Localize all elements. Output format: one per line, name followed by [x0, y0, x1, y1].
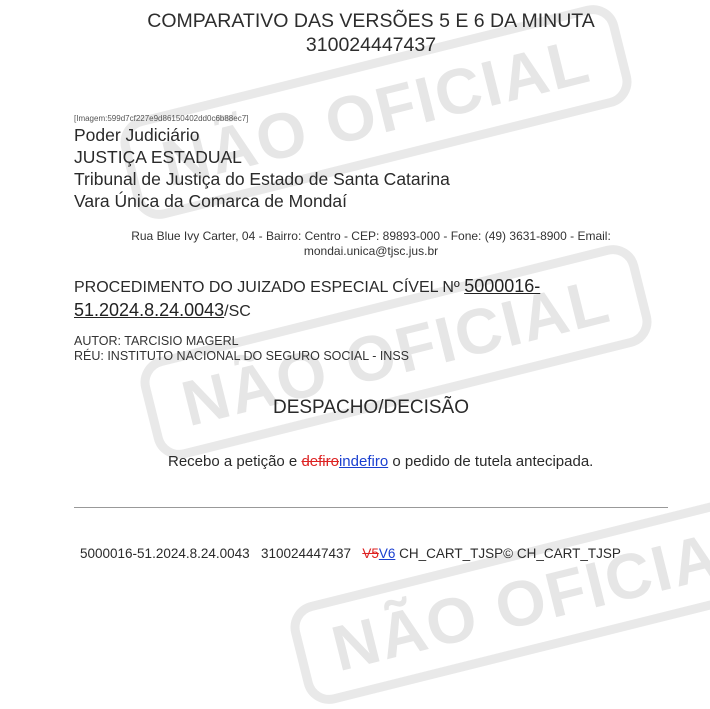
court-header: Poder Judiciário JUSTIÇA ESTADUAL Tribun…	[74, 124, 450, 212]
text-before: Recebo a petição e	[168, 453, 302, 470]
title-id: 310024447437	[305, 34, 437, 56]
deleted-text: defiro	[301, 453, 339, 470]
footer-process: 5000016-51.2024.8.24.0043	[80, 546, 250, 561]
defendant-line: RÉU: INSTITUTO NACIONAL DO SEGURO SOCIAL…	[74, 349, 410, 363]
header-line: Tribunal de Justiça do Estado de Santa C…	[74, 169, 450, 189]
procedure-suffix: /SC	[224, 303, 251, 320]
divider	[74, 507, 668, 508]
decision-text: Recebo a petição e defiroindefiro o pedi…	[168, 453, 593, 470]
author-line: AUTOR: TARCISIO MAGERL	[74, 334, 239, 348]
footer-old-version: V5	[362, 546, 379, 561]
footer-new-version: V6	[378, 546, 396, 561]
procedure-prefix: PROCEDIMENTO DO JUIZADO ESPECIAL CÍVEL N…	[74, 279, 460, 296]
title-line: COMPARATIVO DAS VERSÕES 5 E 6 DA MINUTA	[147, 10, 595, 32]
address-line: Rua Blue Ivy Carter, 04 - Bairro: Centro…	[131, 229, 611, 243]
image-placeholder: [Imagem:599d7cf227e9d86150402dd0c6b88ec7…	[74, 114, 249, 123]
parties: AUTOR: TARCISIO MAGERL RÉU: INSTITUTO NA…	[74, 334, 409, 364]
address-email: mondai.unica@tjsc.jus.br	[303, 244, 439, 258]
court-address: Rua Blue Ivy Carter, 04 - Bairro: Centro…	[100, 229, 642, 259]
procedure-line: PROCEDIMENTO DO JUIZADO ESPECIAL CÍVEL N…	[74, 275, 594, 323]
footer-tail: CH_CART_TJSP© CH_CART_TJSP	[399, 546, 621, 561]
footer-doc-id: 310024447437	[260, 546, 352, 561]
text-after: o pedido de tutela antecipada.	[388, 453, 594, 470]
header-line: Vara Única da Comarca de Mondaí	[74, 191, 348, 211]
document-footer: 5000016-51.2024.8.24.0043 310024447437 V…	[80, 546, 621, 561]
header-line: JUSTIÇA ESTADUAL	[74, 147, 242, 167]
watermark-stamp: NÃO OFICIAL	[285, 484, 710, 709]
header-line: Poder Judiciário	[74, 125, 200, 145]
document-title: COMPARATIVO DAS VERSÕES 5 E 6 DA MINUTA …	[0, 9, 710, 57]
section-heading: DESPACHO/DECISÃO	[272, 397, 470, 418]
inserted-text: indefiro	[338, 453, 389, 470]
